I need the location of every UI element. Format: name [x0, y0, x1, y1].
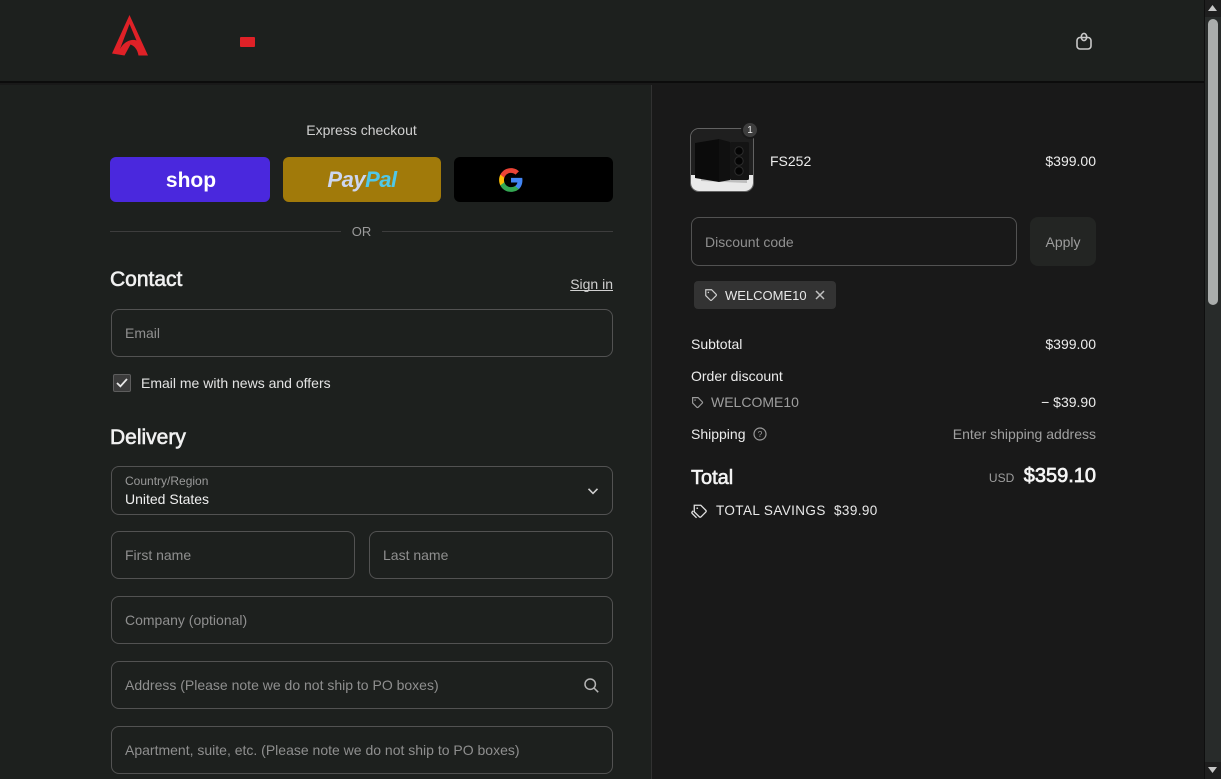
svg-text:?: ?: [757, 429, 762, 439]
svg-text:shop: shop: [166, 169, 216, 192]
